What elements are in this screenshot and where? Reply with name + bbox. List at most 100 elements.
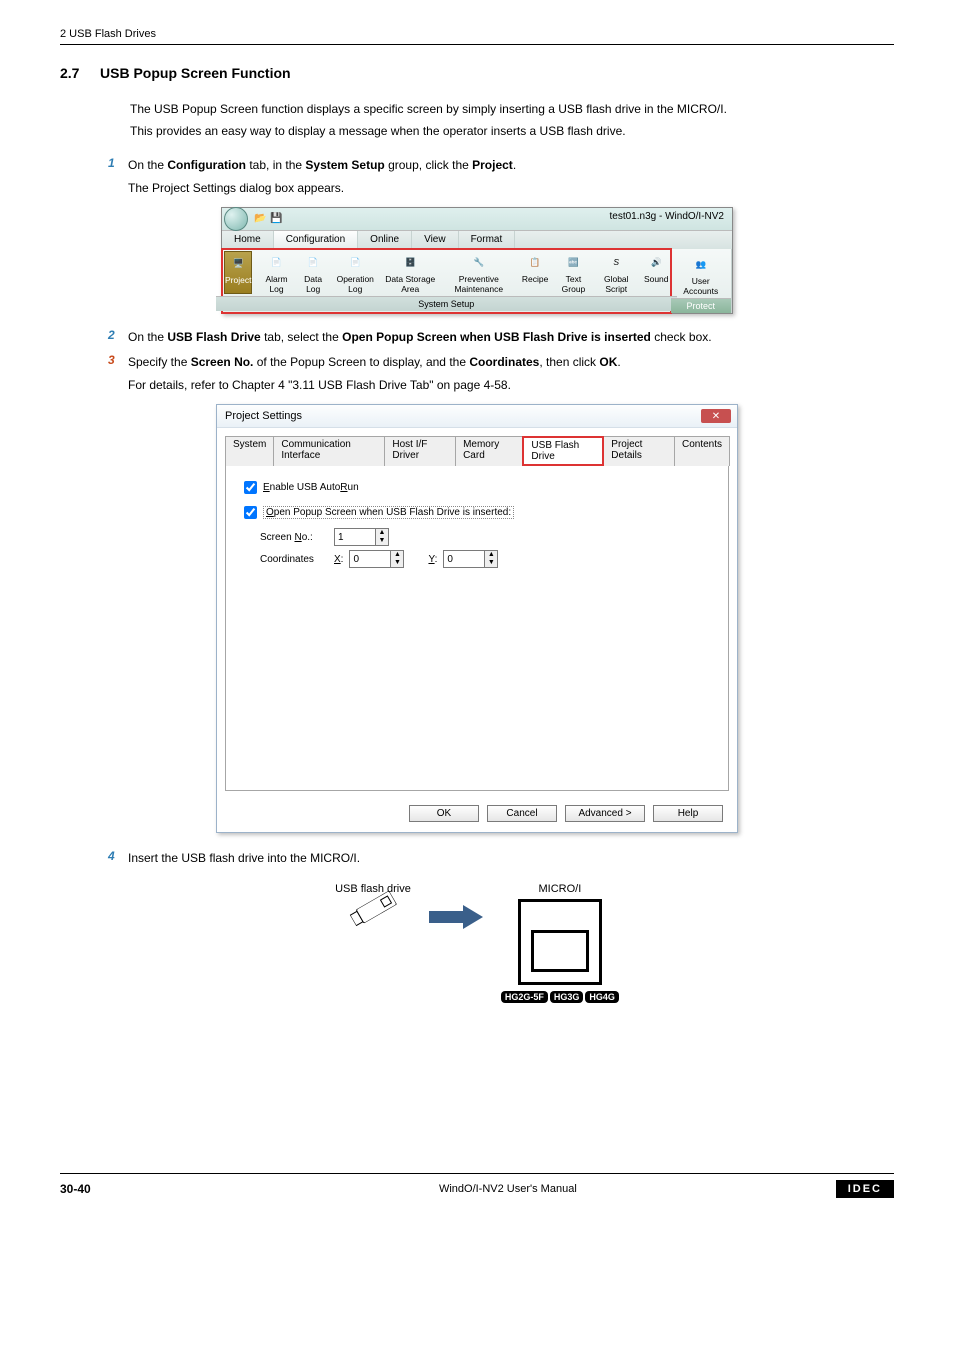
badge-hg2g: HG2G-5F	[501, 991, 548, 1003]
open-popup-row: Open Popup Screen when USB Flash Drive i…	[240, 503, 714, 522]
y-spinner: ▲▼	[443, 550, 498, 568]
text-group-button[interactable]: 🔤Text Group	[558, 251, 588, 294]
step-3: 3 Specify the Screen No. of the Popup Sc…	[60, 353, 894, 372]
alarm-log-button[interactable]: 📄Alarm Log	[262, 251, 290, 294]
manual-title: WindO/I-NV2 User's Manual	[180, 1183, 836, 1195]
sound-button[interactable]: 🔊Sound	[644, 251, 669, 294]
section-title: USB Popup Screen Function	[100, 65, 291, 81]
insert-diagram: USB flash drive MICRO/I HG2G-5F HG3G HG4…	[327, 883, 627, 1003]
step-1-subtext: The Project Settings dialog box appears.	[128, 181, 894, 195]
intro-line1: The USB Popup Screen function displays a…	[130, 102, 727, 116]
x-spinner: ▲▼	[349, 550, 404, 568]
ribbon-titlebar: 📂 💾 test01.n3g - WindO/I-NV2	[222, 208, 732, 230]
screen-no-spinner: ▲▼	[334, 528, 389, 546]
system-setup-group: 🖥️Project 📄Alarm Log 📄Data Log 📄Operatio…	[221, 248, 672, 314]
cancel-button[interactable]: Cancel	[487, 805, 557, 822]
tab-host-if-driver[interactable]: Host I/F Driver	[384, 436, 456, 466]
step-1: 1 On the Configuration tab, in the Syste…	[60, 156, 894, 175]
intro-paragraph: The USB Popup Screen function displays a…	[130, 99, 894, 142]
y-up[interactable]: ▲	[485, 551, 497, 559]
coordinates-label: Coordinates	[260, 554, 328, 565]
tab-memory-card[interactable]: Memory Card	[455, 436, 523, 466]
data-storage-area-button[interactable]: 🗄️Data Storage Area	[385, 251, 436, 294]
close-button[interactable]: ✕	[701, 409, 731, 423]
step-2-number: 2	[108, 328, 128, 347]
y-input[interactable]	[443, 550, 485, 568]
preventive-maintenance-button[interactable]: 🔧Preventive Maintenance	[446, 251, 512, 294]
window-title: test01.n3g - WindO/I-NV2	[610, 211, 725, 222]
step-1-text: On the Configuration tab, in the System …	[128, 156, 894, 175]
screen-no-label: Screen No.:	[260, 532, 328, 543]
tab-online[interactable]: Online	[358, 231, 412, 249]
tab-usb-flash-drive[interactable]: USB Flash Drive	[522, 436, 604, 466]
help-button[interactable]: Help	[653, 805, 723, 822]
ribbon-screenshot: 📂 💾 test01.n3g - WindO/I-NV2 Home Config…	[221, 207, 733, 314]
step-4-number: 4	[108, 849, 128, 868]
y-down[interactable]: ▼	[485, 559, 497, 567]
model-badges: HG2G-5F HG3G HG4G	[501, 991, 619, 1003]
screen-no-up[interactable]: ▲	[376, 529, 388, 537]
qat-open-icon[interactable]: 📂	[254, 213, 266, 225]
dialog-title: Project Settings	[225, 410, 302, 422]
brand-logo: IDEC	[836, 1180, 894, 1198]
screen-no-row: Screen No.: ▲▼	[260, 528, 714, 546]
tab-contents[interactable]: Contents	[674, 436, 730, 466]
enable-autorun-label: EEnable USB AutoRunnable USB AutoRun	[263, 482, 359, 493]
project-button[interactable]: 🖥️Project	[224, 251, 252, 294]
step-3-number: 3	[108, 353, 128, 372]
step-1-number: 1	[108, 156, 128, 175]
advanced-button[interactable]: Advanced >	[565, 805, 645, 822]
badge-hg4g: HG4G	[585, 991, 619, 1003]
step-2: 2 On the USB Flash Drive tab, select the…	[60, 328, 894, 347]
tab-communication-interface[interactable]: Communication Interface	[273, 436, 385, 466]
dialog-body: EEnable USB AutoRunnable USB AutoRun Ope…	[225, 465, 729, 791]
arrow-icon	[429, 905, 483, 932]
qat-save-icon[interactable]: 💾	[270, 213, 282, 225]
micro-side: MICRO/I HG2G-5F HG3G HG4G	[501, 883, 619, 1003]
tab-view[interactable]: View	[412, 231, 459, 249]
dialog-tabs: System Communication Interface Host I/F …	[217, 428, 737, 466]
protect-group-label: Protect	[671, 298, 731, 313]
usb-stick-icon	[349, 890, 397, 927]
enable-autorun-checkbox[interactable]	[244, 481, 257, 494]
screen-no-down[interactable]: ▼	[376, 537, 388, 545]
x-input[interactable]	[349, 550, 391, 568]
step-3-subtext: For details, refer to Chapter 4 "3.11 US…	[128, 378, 894, 392]
x-label: X:	[334, 554, 343, 565]
section-heading: 2.7USB Popup Screen Function	[60, 65, 894, 81]
protect-group: 👥User Accounts Protect	[671, 249, 732, 313]
x-up[interactable]: ▲	[391, 551, 403, 559]
data-log-button[interactable]: 📄Data Log	[301, 251, 326, 294]
step-2-text: On the USB Flash Drive tab, select the O…	[128, 328, 894, 347]
tab-configuration[interactable]: Configuration	[274, 231, 358, 249]
coordinates-row: Coordinates X: ▲▼ Y: ▲▼	[260, 550, 714, 568]
running-header: 2 USB Flash Drives	[60, 28, 894, 45]
user-accounts-button[interactable]: 👥User Accounts	[679, 253, 723, 296]
operation-log-button[interactable]: 📄Operation Log	[336, 251, 375, 294]
page-footer: 30-40 WindO/I-NV2 User's Manual IDEC	[60, 1173, 894, 1198]
step-4: 4 Insert the USB flash drive into the MI…	[60, 849, 894, 868]
ok-button[interactable]: OK	[409, 805, 479, 822]
tab-project-details[interactable]: Project Details	[603, 436, 675, 466]
step-3-text: Specify the Screen No. of the Popup Scre…	[128, 353, 894, 372]
enable-autorun-row: EEnable USB AutoRunnable USB AutoRun	[240, 478, 714, 497]
quick-access-toolbar: 📂 💾	[254, 213, 282, 225]
tab-format[interactable]: Format	[459, 231, 516, 249]
screen-no-input[interactable]	[334, 528, 376, 546]
app-menu-orb[interactable]	[224, 207, 248, 231]
open-popup-checkbox[interactable]	[244, 506, 257, 519]
recipe-button[interactable]: 📋Recipe	[522, 251, 548, 294]
tab-home[interactable]: Home	[222, 231, 274, 249]
intro-line2: This provides an easy way to display a m…	[130, 124, 626, 138]
open-popup-label: Open Popup Screen when USB Flash Drive i…	[263, 506, 514, 519]
section-number: 2.7	[60, 65, 100, 81]
global-script-button[interactable]: SGlobal Script	[599, 251, 634, 294]
dialog-buttons: OK Cancel Advanced > Help	[217, 799, 737, 832]
page-number: 30-40	[60, 1182, 180, 1196]
dialog-titlebar: Project Settings ✕	[217, 405, 737, 428]
ribbon-tabs: Home Configuration Online View Format	[222, 230, 732, 249]
x-down[interactable]: ▼	[391, 559, 403, 567]
usb-label: USB flash drive	[335, 883, 411, 895]
badge-hg3g: HG3G	[550, 991, 584, 1003]
tab-system[interactable]: System	[225, 436, 274, 466]
